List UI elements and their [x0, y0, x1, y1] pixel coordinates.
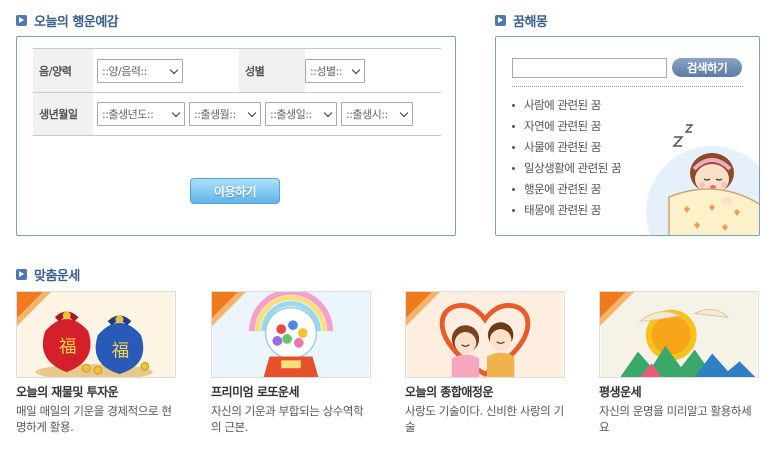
- fortune-row-gender: 음/양력 ::양/음력:: 성별 ::성별::: [33, 48, 441, 92]
- birth-hour-value: ::출생시::: [346, 108, 388, 121]
- custom-title-text: 맞춤운세: [34, 269, 80, 284]
- bullet-icon: [512, 209, 515, 212]
- dream-item-nature[interactable]: 자연에 관련된 꿈: [512, 116, 621, 137]
- lotto-thumbnail[interactable]: [211, 291, 371, 378]
- dream-item-label: 사람에 관련된 꿈: [524, 98, 601, 112]
- card-lotto[interactable]: 프리미엄 로또운세 자신의 기운과 부합되는 상수역학의 근본.: [211, 291, 371, 435]
- dream-title-text: 꿈해몽: [513, 15, 548, 30]
- dream-item-label: 행운에 관련된 꿈: [524, 182, 601, 196]
- section-arrow-icon: [16, 269, 27, 280]
- hot-badge: [406, 292, 440, 326]
- bullet-icon: [512, 188, 515, 191]
- card-wealth[interactable]: 福 福 오늘의 재물및 투자운 매일 매일의 기운을 경제적으로 현명하게 활용…: [16, 291, 176, 435]
- lunar-select-value: ::양/음력::: [102, 64, 147, 78]
- fortune-section-title: 오늘의 행운예감: [16, 11, 119, 30]
- svg-text:福: 福: [112, 341, 130, 361]
- dream-item-label: 일상생활에 관련된 꿈: [524, 161, 622, 175]
- dream-item-object[interactable]: 사물에 관련된 꿈: [512, 137, 621, 158]
- dream-item-conception[interactable]: 태몽에 관련된 꿈: [512, 200, 621, 221]
- card-lifetime[interactable]: 평생운세 자신의 운명을 미리알고 활용하세요: [599, 291, 759, 435]
- dream-search-input[interactable]: [512, 58, 667, 78]
- card-description: 자신의 기운과 부합되는 상수역학의 근본.: [211, 404, 364, 434]
- dream-item-luck[interactable]: 행운에 관련된 꿈: [512, 179, 621, 200]
- dream-panel: 검색하기 사람에 관련된 꿈 자연에 관련된 꿈 사물에 관련된 꿈 일상생활에…: [495, 36, 760, 236]
- gender-label: 성별: [239, 49, 305, 92]
- dream-item-label: 자연에 관련된 꿈: [524, 119, 601, 133]
- dream-item-label: 태몽에 관련된 꿈: [524, 203, 601, 217]
- hot-badge: [212, 292, 246, 326]
- chevron-down-icon: [169, 66, 179, 76]
- lunar-label: 음/양력: [33, 49, 93, 92]
- dream-search-button[interactable]: 검색하기: [672, 58, 742, 77]
- fortune-form: 음/양력 ::양/음력:: 성별 ::성별:: 생년월일 ::출생년도:: ::…: [16, 36, 456, 236]
- dream-item-daily[interactable]: 일상생활에 관련된 꿈: [512, 158, 622, 179]
- hot-badge: [600, 292, 634, 326]
- bullet-icon: [512, 104, 515, 107]
- birth-year-value: ::출생년도::: [102, 108, 154, 121]
- birth-year-select[interactable]: ::출생년도::: [97, 102, 185, 126]
- lunar-select[interactable]: ::양/음력::: [97, 58, 183, 83]
- birth-month-value: ::출생월::: [194, 108, 236, 121]
- card-love[interactable]: 오늘의 종합애정운 사랑도 기술이다. 신비한 사랑의 기술: [405, 291, 565, 435]
- birth-month-select[interactable]: ::출생월::: [189, 102, 261, 126]
- sleeping-girl-illustration: [646, 124, 759, 235]
- fortune-form-table: 음/양력 ::양/음력:: 성별 ::성별:: 생년월일 ::출생년도:: ::…: [33, 48, 441, 136]
- chevron-down-icon: [323, 109, 333, 119]
- dream-section-title: 꿈해몽: [495, 11, 548, 30]
- card-title[interactable]: 오늘의 종합애정운: [405, 383, 565, 400]
- svg-text:福: 福: [59, 338, 77, 358]
- bullet-icon: [512, 146, 515, 149]
- birth-hour-select[interactable]: ::출생시::: [341, 102, 413, 126]
- chevron-down-icon: [247, 109, 257, 119]
- card-description: 자신의 운명을 미리알고 활용하세요: [599, 404, 752, 434]
- section-arrow-icon: [495, 15, 506, 26]
- love-thumbnail[interactable]: [405, 291, 565, 378]
- dream-item-label: 사물에 관련된 꿈: [524, 140, 601, 154]
- use-button[interactable]: 이용하기: [190, 178, 280, 204]
- fortune-row-birth: 생년월일 ::출생년도:: ::출생월:: ::출생일:: ::출생시::: [33, 92, 441, 136]
- card-title[interactable]: 프리미엄 로또운세: [211, 383, 371, 400]
- custom-section-title: 맞춤운세: [16, 265, 80, 284]
- divider: [512, 86, 743, 87]
- wealth-thumbnail[interactable]: 福 福: [16, 291, 176, 378]
- birth-label: 생년월일: [33, 93, 93, 135]
- card-title[interactable]: 평생운세: [599, 383, 759, 400]
- card-description: 매일 매일의 기운을 경제적으로 현명하게 활용.: [16, 404, 172, 434]
- card-description: 사랑도 기술이다. 신비한 사랑의 기술: [405, 404, 564, 434]
- chevron-down-icon: [171, 109, 181, 119]
- section-arrow-icon: [16, 15, 27, 26]
- fortune-title-text: 오늘의 행운예감: [34, 15, 119, 30]
- bullet-icon: [512, 125, 515, 128]
- lifetime-thumbnail[interactable]: [599, 291, 759, 378]
- card-title[interactable]: 오늘의 재물및 투자운: [16, 383, 176, 400]
- bullet-icon: [512, 167, 515, 170]
- chevron-down-icon: [399, 109, 409, 119]
- birth-day-select[interactable]: ::출생일::: [265, 102, 337, 126]
- gender-select-value: ::성별::: [310, 64, 343, 78]
- dream-item-person[interactable]: 사람에 관련된 꿈: [512, 95, 621, 116]
- chevron-down-icon: [351, 66, 361, 76]
- birth-day-value: ::출생일::: [270, 108, 312, 121]
- gender-select[interactable]: ::성별::: [305, 58, 365, 83]
- hot-badge: [17, 292, 51, 326]
- dream-category-list: 사람에 관련된 꿈 자연에 관련된 꿈 사물에 관련된 꿈 일상생활에 관련된 …: [512, 95, 622, 221]
